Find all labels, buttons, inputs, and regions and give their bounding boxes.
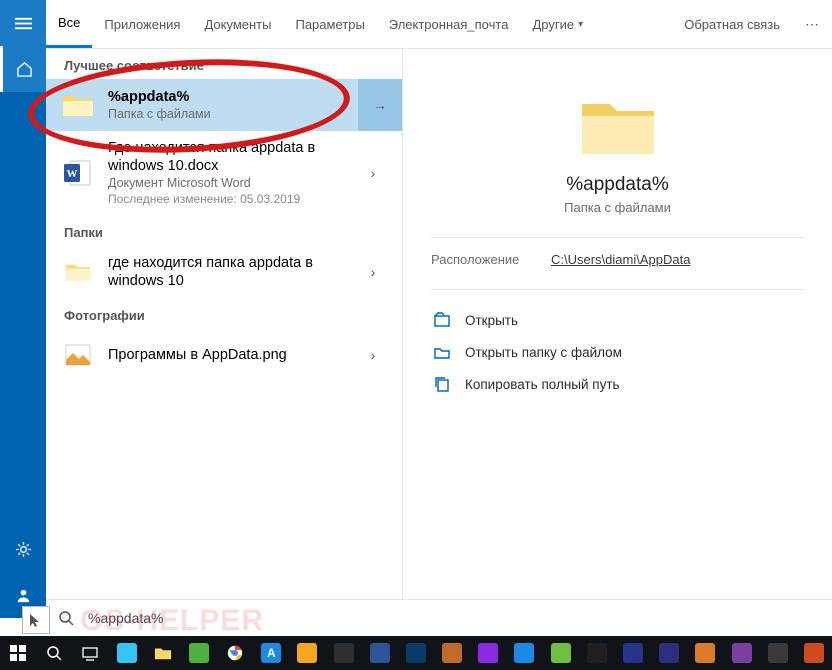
section-photos: Фотографии	[46, 298, 402, 329]
taskbar-app[interactable]	[434, 636, 470, 670]
task-view-icon[interactable]	[72, 636, 108, 670]
taskbar-app[interactable]	[543, 636, 579, 670]
taskbar-search-icon[interactable]	[36, 636, 72, 670]
taskbar-app[interactable]	[651, 636, 687, 670]
preview-title: %appdata%	[431, 174, 804, 196]
open-icon	[433, 311, 451, 329]
folder-icon	[578, 94, 658, 160]
location-label: Расположение	[431, 252, 551, 267]
chevron-down-icon: ▾	[578, 19, 583, 30]
chrome-icon[interactable]	[217, 636, 253, 670]
folder-icon	[60, 254, 96, 290]
action-label: Копировать полный путь	[465, 377, 620, 392]
result-title: %appdata%	[108, 88, 352, 106]
tab-email[interactable]: Электронная_почта	[377, 0, 521, 48]
search-scope-rail	[0, 0, 46, 618]
chevron-right-icon[interactable]: ›	[354, 165, 392, 181]
tab-settings[interactable]: Параметры	[283, 0, 376, 48]
preview-pane: %appdata% Папка с файлами Расположение C…	[403, 48, 832, 618]
tab-documents[interactable]: Документы	[192, 0, 283, 48]
menu-button[interactable]	[0, 0, 46, 46]
tab-more[interactable]: Другие▾	[520, 0, 595, 48]
taskbar: A	[0, 636, 832, 670]
taskbar-app[interactable]	[470, 636, 506, 670]
search-body: Лучшее соответствие %appdata% Папка с фа…	[46, 48, 832, 618]
result-document[interactable]: W Где находится папка appdata в windows …	[46, 131, 402, 215]
start-button[interactable]	[0, 636, 36, 670]
result-title: Где находится папка appdata в windows 10…	[108, 139, 354, 175]
result-folder[interactable]: где находится папка appdata в windows 10…	[46, 246, 402, 298]
search-input[interactable]	[86, 609, 832, 627]
more-options-button[interactable]: ⋯	[792, 0, 832, 48]
file-explorer-icon[interactable]	[145, 636, 181, 670]
word-document-icon: W	[60, 155, 96, 191]
expand-arrow-icon[interactable]: →	[358, 79, 402, 131]
svg-text:W: W	[67, 168, 78, 180]
filter-tabs: Все Приложения Документы Параметры Элект…	[46, 0, 832, 49]
preview-subtitle: Папка с файлами	[431, 200, 804, 215]
section-best-match: Лучшее соответствие	[46, 48, 402, 79]
section-folders: Папки	[46, 215, 402, 246]
folder-icon	[60, 87, 96, 123]
taskbar-app[interactable]	[579, 636, 615, 670]
action-open[interactable]: Открыть	[431, 304, 804, 336]
result-photo[interactable]: Программы в AppData.png ›	[46, 329, 402, 381]
action-label: Открыть	[465, 313, 518, 328]
search-bar	[46, 599, 832, 636]
result-best-match[interactable]: %appdata% Папка с файлами →	[46, 79, 402, 131]
taskbar-app[interactable]	[398, 636, 434, 670]
location-path[interactable]: C:\Users\diami\AppData	[551, 252, 690, 267]
taskbar-app[interactable]	[796, 636, 832, 670]
taskbar-app[interactable]	[506, 636, 542, 670]
result-subtitle: Папка с файлами	[108, 106, 352, 122]
taskbar-app[interactable]: A	[253, 636, 289, 670]
action-copy-path[interactable]: Копировать полный путь	[431, 368, 804, 400]
chevron-right-icon[interactable]: ›	[354, 347, 392, 363]
home-button[interactable]	[0, 46, 46, 92]
image-icon	[60, 337, 96, 373]
taskbar-app[interactable]	[362, 636, 398, 670]
taskbar-app[interactable]	[615, 636, 651, 670]
taskbar-app[interactable]	[326, 636, 362, 670]
feedback-link[interactable]: Обратная связь	[672, 0, 792, 48]
copy-icon	[433, 375, 451, 393]
result-meta: Последнее изменение: 05.03.2019	[108, 191, 354, 207]
result-title: где находится папка appdata в windows 10	[108, 254, 354, 290]
action-open-folder[interactable]: Открыть папку с файлом	[431, 336, 804, 368]
search-icon	[46, 610, 86, 626]
divider	[431, 289, 804, 290]
taskbar-app[interactable]	[181, 636, 217, 670]
results-column: Лучшее соответствие %appdata% Папка с фа…	[46, 48, 403, 618]
cursor-indicator	[22, 606, 50, 634]
taskbar-app[interactable]	[109, 636, 145, 670]
action-label: Открыть папку с файлом	[465, 345, 622, 360]
divider	[431, 237, 804, 238]
tab-apps[interactable]: Приложения	[92, 0, 192, 48]
chevron-right-icon[interactable]: ›	[354, 264, 392, 280]
folder-open-icon	[433, 343, 451, 361]
taskbar-app[interactable]	[289, 636, 325, 670]
settings-button[interactable]	[0, 526, 46, 572]
taskbar-app[interactable]	[723, 636, 759, 670]
taskbar-app[interactable]	[687, 636, 723, 670]
result-title: Программы в AppData.png	[108, 346, 354, 364]
tab-all[interactable]: Все	[46, 0, 92, 48]
taskbar-app[interactable]	[760, 636, 796, 670]
result-subtitle: Документ Microsoft Word	[108, 175, 354, 191]
